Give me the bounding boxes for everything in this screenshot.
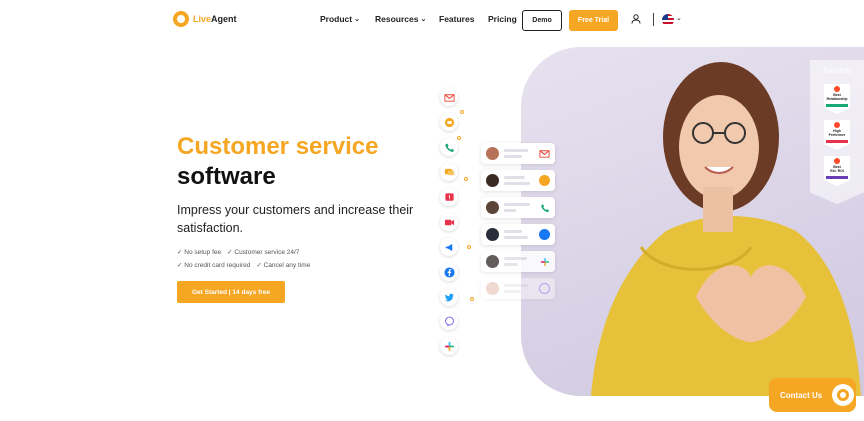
get-started-button[interactable]: Get Started | 14 days free bbox=[177, 281, 285, 303]
avatar bbox=[486, 255, 499, 268]
brand-name-part2: Agent bbox=[211, 14, 237, 24]
hero-title-accent: Customer service bbox=[177, 133, 379, 160]
awards-title: Awards bbox=[821, 66, 853, 75]
avatar bbox=[486, 228, 499, 241]
hero-title: software bbox=[177, 163, 276, 190]
ticket-card bbox=[481, 251, 555, 272]
connector-dot bbox=[470, 297, 474, 301]
facebook-icon bbox=[539, 229, 550, 240]
ticket-card bbox=[481, 143, 555, 164]
chat-icon bbox=[440, 113, 458, 131]
nav-features[interactable]: Features bbox=[439, 14, 474, 24]
benefit-item: ✓ Customer service 24/7 bbox=[227, 249, 300, 256]
connector-dot bbox=[467, 245, 471, 249]
facebook-icon bbox=[440, 263, 458, 281]
avatar bbox=[486, 147, 499, 160]
benefits-row-2: ✓ No credit card required ✓ Cancel any t… bbox=[177, 261, 310, 269]
video-icon bbox=[440, 213, 458, 231]
logo-icon bbox=[173, 11, 189, 27]
ticket-card bbox=[481, 224, 555, 245]
twitter-icon bbox=[440, 288, 458, 306]
chevron-down-icon: ⌄ bbox=[354, 16, 360, 23]
top-nav: LiveAgent Product ⌄ Resources ⌄ Features P… bbox=[0, 0, 864, 40]
viber-icon bbox=[539, 283, 550, 294]
benefits-row-1: ✓ No setup fee ✓ Customer service 24/7 bbox=[177, 248, 299, 256]
contact-us-button[interactable]: Contact Us bbox=[769, 378, 856, 412]
chat-icon bbox=[539, 175, 550, 186]
demo-button[interactable]: Demo bbox=[522, 10, 562, 31]
forms-icon bbox=[440, 188, 458, 206]
awards-ribbon: Awards Best Relationship High Performer … bbox=[810, 60, 864, 204]
contact-us-label: Contact Us bbox=[780, 390, 823, 400]
user-icon[interactable] bbox=[631, 14, 641, 24]
viber-icon bbox=[440, 312, 458, 330]
chevron-down-icon[interactable]: ⌄ bbox=[676, 14, 682, 22]
nav-divider bbox=[653, 13, 654, 26]
benefit-item: ✓ Cancel any time bbox=[256, 262, 311, 269]
hero-subtitle: Impress your customers and increase thei… bbox=[177, 203, 414, 235]
g2-award-badge: Best Relationship bbox=[824, 84, 850, 114]
nav-product[interactable]: Product ⌄ bbox=[320, 14, 360, 24]
ticket-card bbox=[481, 197, 555, 218]
slack-icon bbox=[539, 256, 550, 267]
megaphone-icon bbox=[440, 238, 458, 256]
avatar bbox=[486, 282, 499, 295]
phone-icon bbox=[539, 202, 550, 213]
avatar bbox=[486, 201, 499, 214]
us-flag-icon[interactable] bbox=[662, 14, 674, 26]
nav-resources[interactable]: Resources ⌄ bbox=[375, 14, 426, 24]
g2-award-badge: High Performer bbox=[824, 120, 850, 150]
benefit-item: ✓ No credit card required bbox=[177, 262, 251, 269]
g2-award-badge: Best Est. ROI bbox=[824, 156, 850, 186]
avatar bbox=[486, 174, 499, 187]
gmail-icon bbox=[440, 88, 458, 106]
liveagent-logo[interactable]: LiveAgent bbox=[173, 11, 237, 27]
ticket-card bbox=[481, 170, 555, 191]
nav-pricing[interactable]: Pricing bbox=[488, 14, 517, 24]
message-icon bbox=[440, 163, 458, 181]
slack-icon bbox=[440, 337, 458, 355]
connector-dot bbox=[460, 110, 464, 114]
brand-name-part1: Live bbox=[193, 14, 212, 24]
connector-dot bbox=[464, 177, 468, 181]
gmail-icon bbox=[539, 148, 550, 159]
connector-dot bbox=[457, 136, 461, 140]
chevron-down-icon: ⌄ bbox=[420, 16, 427, 23]
ticket-card bbox=[481, 278, 555, 299]
benefit-item: ✓ No setup fee bbox=[177, 249, 222, 256]
free-trial-button[interactable]: Free Trial bbox=[569, 10, 618, 31]
chat-bubble-icon bbox=[832, 384, 855, 406]
phone-icon bbox=[440, 138, 458, 156]
